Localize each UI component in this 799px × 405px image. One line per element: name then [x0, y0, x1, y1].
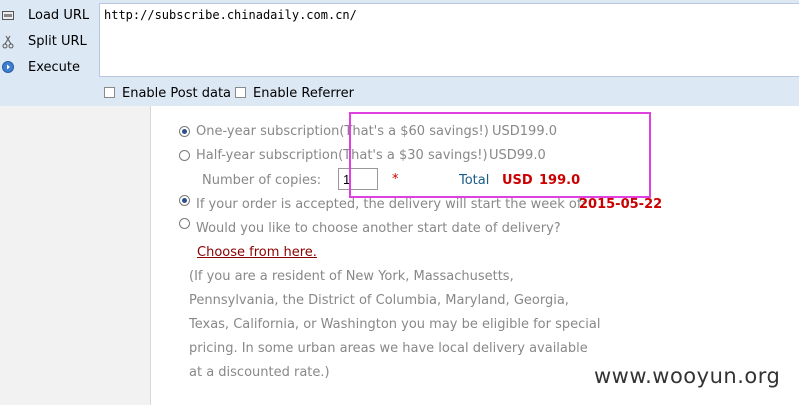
half-year-radio[interactable]	[179, 150, 190, 161]
execute-label: Execute	[28, 60, 80, 75]
page-content: One-year subscription(That's a $60 savin…	[0, 106, 799, 405]
split-url-label: Split URL	[28, 34, 87, 49]
delivery-date: 2015-05-22	[579, 197, 663, 212]
hackbar-panel: Load URL Split URL Execute http://subscr…	[0, 0, 799, 106]
default-delivery-radio[interactable]	[179, 195, 190, 206]
one-year-radio[interactable]	[179, 126, 190, 137]
split-url-button[interactable]: Split URL	[0, 30, 98, 54]
choose-date-radio[interactable]	[179, 218, 190, 229]
note-line: Pennsylvania, the District of Columbia, …	[189, 293, 569, 308]
note-line: at a discounted rate.)	[189, 365, 330, 380]
highlight-box	[349, 112, 651, 198]
load-url-button[interactable]: Load URL	[0, 4, 98, 28]
post-checkbox-box[interactable]	[104, 87, 115, 98]
note-line: Texas, California, or Washington you may…	[189, 317, 601, 332]
note-line: pricing. In some urban areas we have loc…	[189, 341, 588, 356]
referrer-checkbox-box[interactable]	[235, 87, 246, 98]
load-url-label: Load URL	[28, 8, 90, 23]
choose-date-link[interactable]: Choose from here.	[197, 245, 317, 260]
hackbar-side-menu: Load URL Split URL Execute	[0, 0, 98, 80]
watermark: www.wooyun.org	[594, 364, 781, 388]
delivery-text: If your order is accepted, the delivery …	[196, 197, 586, 212]
copies-label: Number of copies:	[202, 173, 322, 188]
url-input[interactable]: http://subscribe.chinadaily.com.cn/	[99, 3, 799, 77]
load-url-icon	[2, 9, 14, 21]
execute-button[interactable]: Execute	[0, 56, 98, 80]
scissors-icon	[2, 35, 14, 49]
left-gutter	[0, 106, 151, 405]
enable-post-label: Enable Post data	[122, 86, 232, 101]
choose-question: Would you like to choose another start d…	[196, 221, 561, 236]
play-icon	[2, 61, 14, 73]
enable-referrer-label: Enable Referrer	[253, 86, 354, 101]
note-line: (If you are a resident of New York, Mass…	[189, 269, 514, 284]
